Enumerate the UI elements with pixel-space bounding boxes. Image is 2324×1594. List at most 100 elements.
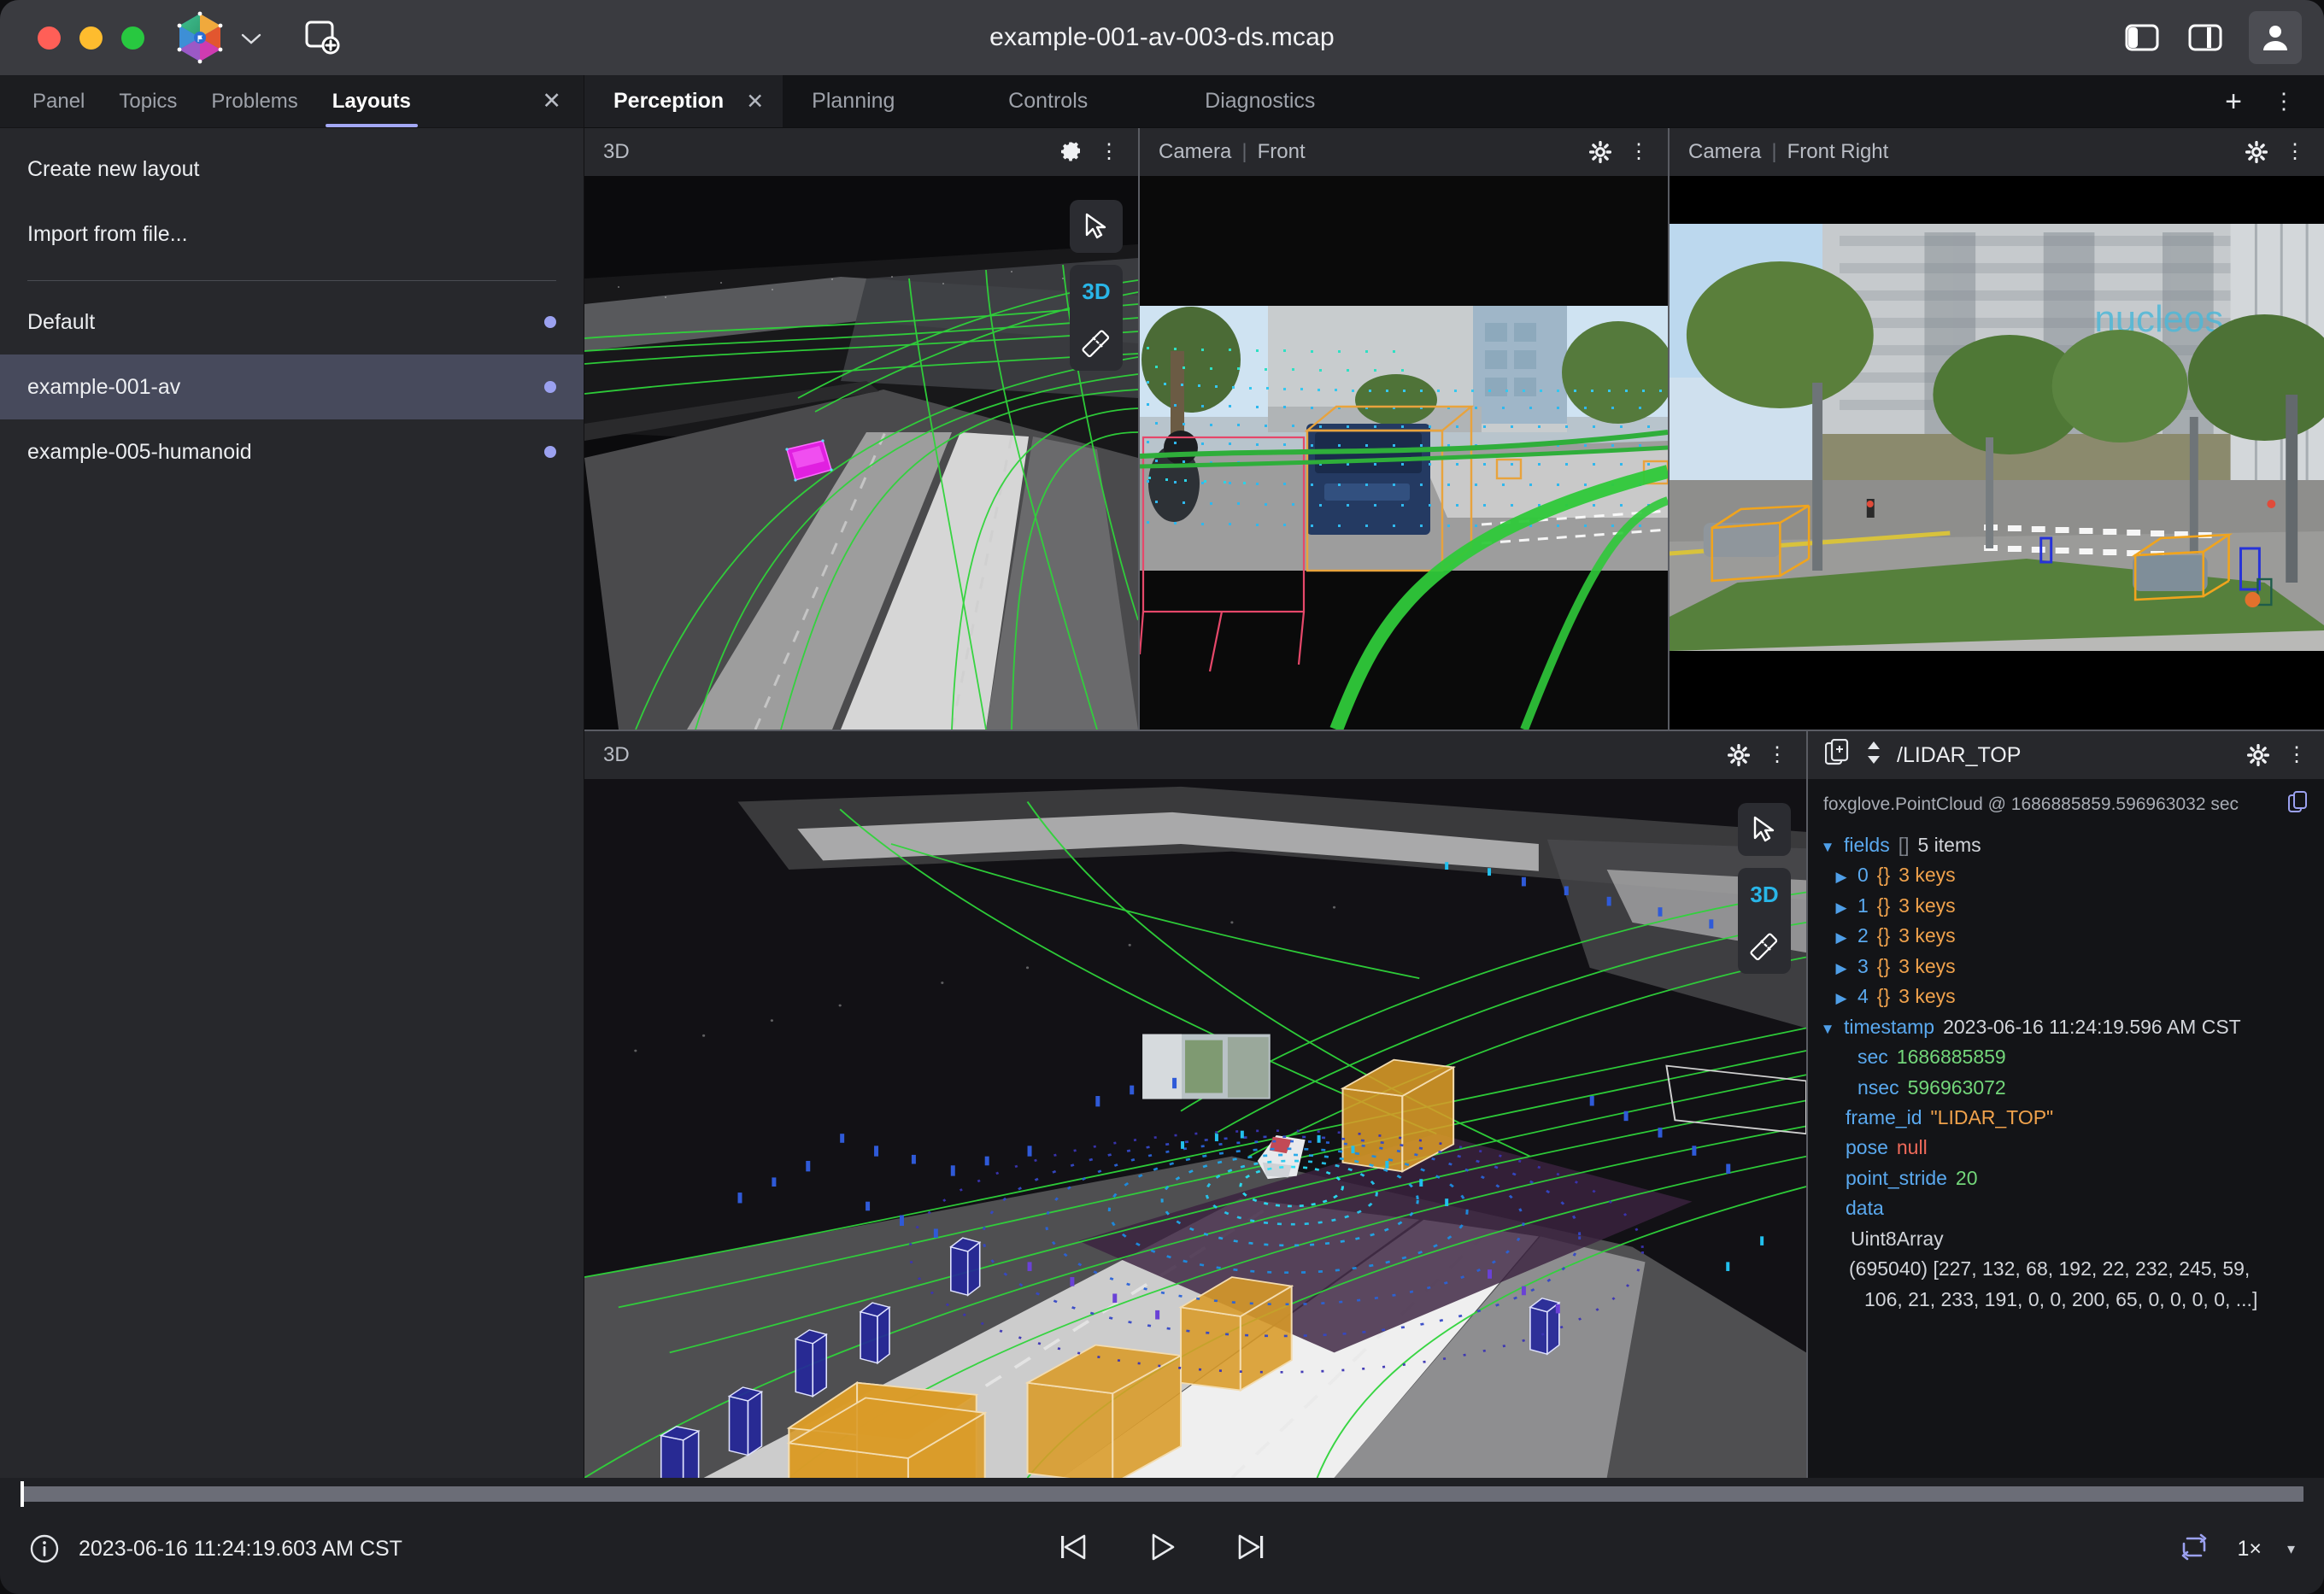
three-d-scene-top[interactable]: [584, 176, 1138, 730]
panel-menu-icon[interactable]: ⋮: [1767, 744, 1787, 765]
tabbar-actions: + ⋮: [2215, 75, 2324, 127]
tree-row-field-4[interactable]: ▶ 4 {} 3 keys: [1808, 982, 2324, 1011]
tab-perception[interactable]: Perception ✕: [584, 75, 783, 127]
panel-camera-front-right-body[interactable]: nucleos: [1670, 176, 2324, 730]
tree-row-frame-id[interactable]: frame_id "LIDAR_TOP": [1808, 1103, 2324, 1133]
seek-backward-button[interactable]: [1053, 1527, 1093, 1571]
panel-menu-icon[interactable]: ⋮: [1629, 141, 1649, 162]
layouts-list: Create new layout Import from file... De…: [0, 128, 584, 1478]
tree-row-field-1[interactable]: ▶ 1 {} 3 keys: [1808, 891, 2324, 921]
tree-row-point-stride[interactable]: point_stride 20: [1808, 1163, 2324, 1193]
panel-menu-icon[interactable]: ⋮: [2286, 744, 2307, 765]
gear-icon[interactable]: [1059, 141, 1082, 163]
timeline-track[interactable]: [21, 1481, 2303, 1507]
expand-collapse-icon[interactable]: [1864, 739, 1883, 772]
add-tab-icon[interactable]: +: [2215, 87, 2252, 116]
tree-row-pose[interactable]: pose null: [1808, 1133, 2324, 1163]
tab-diagnostics[interactable]: Diagnostics: [1176, 75, 1372, 127]
main-area: Perception ✕ Planning Controls Diagnosti…: [584, 75, 2324, 1478]
sidebar-tab-topics[interactable]: Topics: [102, 75, 194, 127]
gear-icon[interactable]: [1588, 140, 1612, 164]
timeline-scrubber[interactable]: [0, 1478, 2324, 1507]
copy-message-icon[interactable]: [1824, 738, 1851, 772]
cursor-tool-icon[interactable]: [1070, 200, 1123, 253]
sidebar-tab-layouts-label: Layouts: [332, 89, 411, 113]
panel-row-top: 3D ⋮ 3D Camera | Front ⋮ Camera | Front …: [584, 128, 2324, 730]
measure-tool-icon[interactable]: [1738, 921, 1791, 974]
tab-controls[interactable]: Controls: [979, 75, 1176, 127]
caret-right-icon[interactable]: ▶: [1834, 984, 1849, 1008]
caret-down-icon[interactable]: ▼: [1820, 1015, 1835, 1039]
close-window-button[interactable]: [38, 26, 61, 50]
panel-3d-bottom-body[interactable]: 3D: [584, 779, 1806, 1478]
user-avatar-icon[interactable]: [2249, 11, 2302, 64]
tree-row-data-value-2: 106, 21, 233, 191, 0, 0, 200, 65, 0, 0, …: [1808, 1285, 2324, 1315]
foxglove-logo-icon[interactable]: F: [175, 11, 225, 64]
gear-icon[interactable]: [2246, 743, 2270, 767]
sidebar-tab-problems[interactable]: Problems: [194, 75, 314, 127]
tabbar-menu-icon[interactable]: ⋮: [2264, 88, 2303, 114]
panel-camera-front-title-suffix: Front: [1257, 140, 1306, 163]
sidebar-tab-panel[interactable]: Panel: [15, 75, 102, 127]
three-d-top-tools: 3D: [1070, 200, 1123, 371]
tree-row-field-0[interactable]: ▶ 0 {} 3 keys: [1808, 860, 2324, 890]
tree-keycount-2: 3 keys: [1899, 924, 1956, 947]
repeat-icon[interactable]: [2177, 1530, 2211, 1568]
panel-camera-front-body[interactable]: [1140, 176, 1668, 730]
sidebar-tab-layouts[interactable]: Layouts: [315, 75, 428, 127]
three-d-tool-icon[interactable]: 3D: [1738, 868, 1791, 921]
close-sidebar-icon[interactable]: ✕: [519, 75, 584, 127]
tree-row-field-2[interactable]: ▶ 2 {} 3 keys: [1808, 921, 2324, 951]
tree-key-point-stride: point_stride: [1846, 1166, 1947, 1189]
playback-speed-label[interactable]: 1×: [2237, 1537, 2262, 1562]
play-button[interactable]: [1142, 1527, 1182, 1571]
tree-row-data[interactable]: data: [1808, 1193, 2324, 1223]
caret-down-icon[interactable]: ▼: [1820, 833, 1835, 857]
minimize-window-button[interactable]: [79, 26, 103, 50]
tree-row-timestamp[interactable]: ▼ timestamp 2023-06-16 11:24:19.596 AM C…: [1808, 1012, 2324, 1042]
seek-forward-button[interactable]: [1231, 1527, 1271, 1571]
gear-icon[interactable]: [1727, 743, 1751, 767]
layout-item-example-001-av[interactable]: example-001-av: [0, 355, 584, 419]
caret-right-icon[interactable]: ▶: [1834, 863, 1849, 887]
add-panel-icon[interactable]: [303, 19, 341, 56]
right-sidebar-icon[interactable]: [2186, 18, 2225, 57]
panel-title-separator: |: [1771, 140, 1777, 163]
create-new-layout-button[interactable]: Create new layout: [0, 137, 584, 202]
panel-camera-front-right-header: Camera | Front Right ⋮: [1670, 128, 2324, 176]
cursor-tool-icon[interactable]: [1738, 803, 1791, 856]
tree-row-sec[interactable]: sec 1686885859: [1808, 1042, 2324, 1072]
tree-row-fields[interactable]: ▼ fields [] 5 items: [1808, 830, 2324, 860]
tree-row-nsec[interactable]: nsec 596963072: [1808, 1073, 2324, 1103]
gear-icon[interactable]: [2245, 140, 2268, 164]
raw-messages-body[interactable]: foxglove.PointCloud @ 1686885859.5969630…: [1808, 779, 2324, 1478]
tree-value-nsec: 596963072: [1907, 1075, 2006, 1099]
tree-row-field-3[interactable]: ▶ 3 {} 3 keys: [1808, 952, 2324, 982]
layout-item-example-005-humanoid[interactable]: example-005-humanoid: [0, 419, 584, 484]
raw-messages-topic[interactable]: /LIDAR_TOP: [1897, 743, 2021, 768]
panel-menu-icon[interactable]: ⋮: [2285, 141, 2305, 162]
caret-right-icon[interactable]: ▶: [1834, 923, 1849, 947]
panel-3d-top-title: 3D: [603, 140, 630, 163]
chevron-down-icon[interactable]: [240, 26, 262, 49]
layout-item-default[interactable]: Default: [0, 290, 584, 355]
caret-right-icon[interactable]: ▶: [1834, 954, 1849, 978]
three-d-scene-bottom[interactable]: [584, 779, 1806, 1478]
copy-icon[interactable]: [2288, 791, 2309, 818]
import-from-file-button[interactable]: Import from file...: [0, 202, 584, 267]
tab-perception-close-icon[interactable]: ✕: [746, 89, 764, 114]
chevron-down-icon[interactable]: ▾: [2287, 1540, 2295, 1558]
measure-tool-icon[interactable]: [1070, 318, 1123, 371]
maximize-window-button[interactable]: [121, 26, 144, 50]
panel-3d-top-body[interactable]: 3D: [584, 176, 1138, 730]
tab-planning[interactable]: Planning: [783, 75, 979, 127]
three-d-tool-icon[interactable]: 3D: [1070, 265, 1123, 318]
tree-count-fields: 5 items: [1917, 834, 1981, 856]
panel-menu-icon[interactable]: ⋮: [1099, 141, 1119, 162]
left-sidebar-icon[interactable]: [2122, 18, 2162, 57]
caret-right-icon[interactable]: ▶: [1834, 894, 1849, 917]
panel-title-separator: |: [1241, 140, 1247, 163]
info-icon[interactable]: [29, 1533, 60, 1564]
three-d-bottom-tools: 3D: [1738, 803, 1791, 974]
layout-status-dot: [544, 316, 556, 328]
